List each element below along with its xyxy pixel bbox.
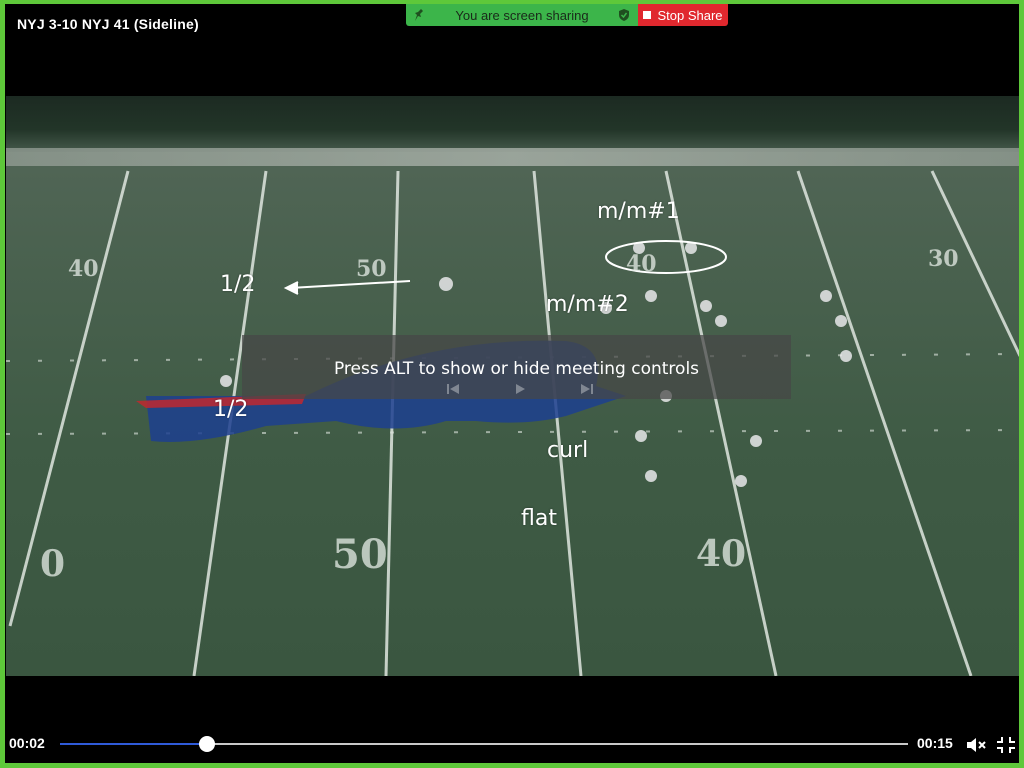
seek-bar-handle[interactable] xyxy=(198,736,215,752)
yard-number-top-left: 40 xyxy=(68,256,99,282)
route-arrow xyxy=(283,280,411,295)
seek-bar-progress xyxy=(60,743,207,745)
stop-share-button[interactable]: Stop Share xyxy=(638,4,728,26)
label-flat: flat xyxy=(521,506,557,531)
yard-number-bottom-mid: 50 xyxy=(332,531,388,578)
screen-share-status-text: You are screen sharing xyxy=(455,7,589,23)
total-time: 00:15 xyxy=(917,735,953,751)
screen-share-frame: NYJ 3-10 NYJ 41 (Sideline) 40 50 40 30 0… xyxy=(0,0,1024,768)
yard-number-top-far-right: 30 xyxy=(928,246,959,272)
stop-icon xyxy=(643,11,652,19)
hint-playback-controls xyxy=(445,381,595,397)
video-title: NYJ 3-10 NYJ 41 (Sideline) xyxy=(17,16,199,32)
label-man-coverage-2: m/m#2 xyxy=(546,292,629,317)
previous-icon xyxy=(447,384,459,394)
yard-number-top-right: 40 xyxy=(626,251,657,277)
yard-number-bottom-left: 0 xyxy=(40,543,65,585)
label-man-coverage-1: m/m#1 xyxy=(597,199,680,224)
seek-bar[interactable] xyxy=(60,736,908,752)
play-icon xyxy=(516,384,525,394)
speaker-muted-icon[interactable] xyxy=(965,736,987,754)
current-time: 00:02 xyxy=(9,735,45,751)
screen-share-status[interactable]: You are screen sharing xyxy=(406,4,638,26)
circled-players-ellipse xyxy=(605,240,727,274)
next-icon xyxy=(581,384,593,394)
label-half-field-left: 1/2 xyxy=(213,397,249,422)
pin-icon xyxy=(415,9,423,21)
yard-number-bottom-right: 40 xyxy=(696,533,746,575)
yard-number-top-mid: 50 xyxy=(356,256,387,282)
label-half-field-top: 1/2 xyxy=(220,272,256,297)
shield-icon xyxy=(619,9,629,21)
exit-fullscreen-icon[interactable] xyxy=(995,736,1017,754)
video-player-controls: 00:02 00:15 xyxy=(5,676,1019,763)
screen-share-banner: You are screen sharing Stop Share xyxy=(406,4,728,26)
hint-text: Press ALT to show or hide meeting contro… xyxy=(333,359,700,379)
label-curl: curl xyxy=(547,438,589,463)
stop-share-label: Stop Share xyxy=(657,7,723,23)
